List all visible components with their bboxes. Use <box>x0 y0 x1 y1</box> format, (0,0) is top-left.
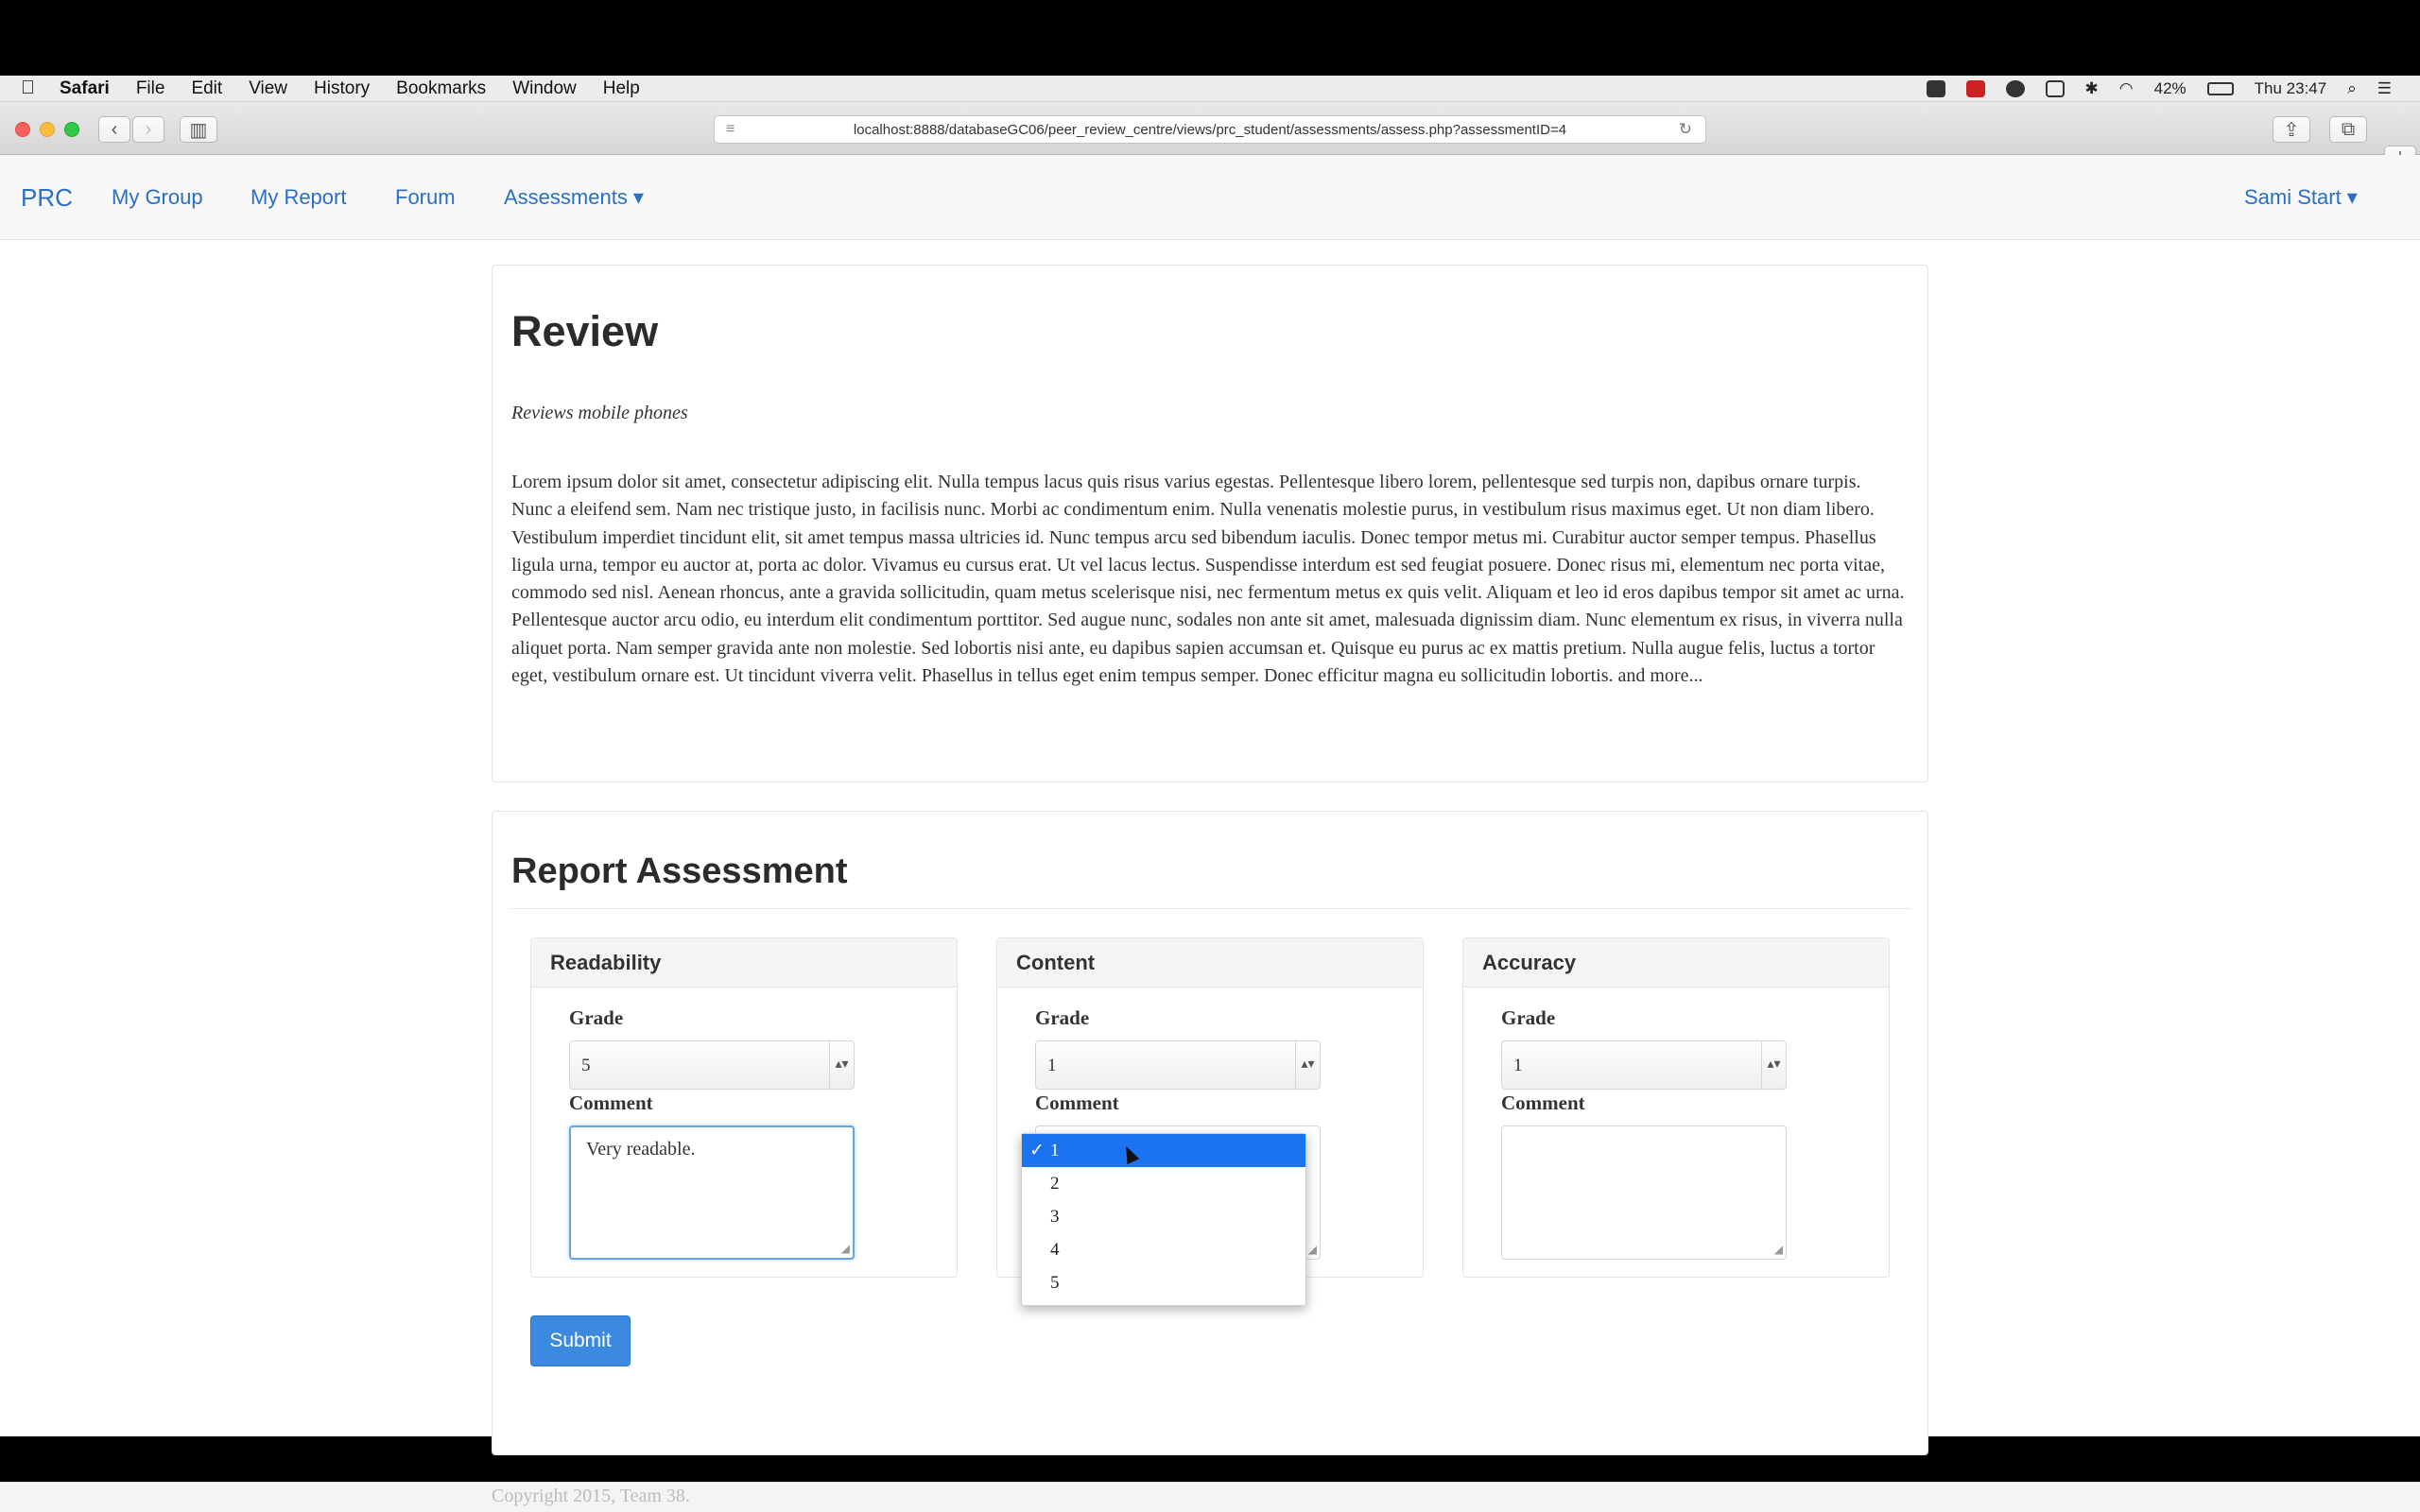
select-arrows-icon: ▴▾ <box>829 1041 854 1089</box>
battery-icon[interactable] <box>2206 82 2234 95</box>
zoom-window-button[interactable] <box>64 122 79 137</box>
review-panel: Review Reviews mobile phones Lorem ipsum… <box>492 265 1928 782</box>
address-bar[interactable]: ≡ localhost:8888/databaseGC06/peer_revie… <box>714 115 1706 144</box>
clock[interactable]: Thu 23:47 <box>2255 79 2327 98</box>
record-icon[interactable] <box>1965 80 1985 97</box>
menu-safari[interactable]: Safari <box>60 78 110 99</box>
dropdown-option[interactable]: 4 <box>1022 1233 1305 1266</box>
tabs-icon: ⧉ <box>2341 118 2356 140</box>
dropdown-option[interactable]: ✓ 1 <box>1022 1134 1305 1167</box>
grade-dropdown-menu: ✓ 1 2 3 4 5 <box>1021 1133 1306 1306</box>
dropdown-option[interactable]: 2 <box>1022 1167 1305 1200</box>
divider <box>511 908 1910 909</box>
apple-icon[interactable]:  <box>21 77 35 99</box>
sidebar-button[interactable]: ▥ <box>180 116 217 143</box>
spotlight-icon[interactable]: ⌕ <box>2347 79 2357 98</box>
assessment-title: Report Assessment <box>511 851 848 891</box>
nav-forum[interactable]: Forum <box>395 155 456 240</box>
grade-label: Grade <box>569 1006 624 1029</box>
dropdown-option[interactable]: 5 <box>1022 1266 1305 1299</box>
readability-grade-select[interactable]: 5 ▴▾ <box>569 1040 855 1090</box>
readability-card: Readability Grade 5 ▴▾ Comment Very read… <box>530 937 958 1278</box>
resize-grip-icon[interactable]: ◢ <box>841 1242 850 1256</box>
select-value: 1 <box>1047 1056 1057 1075</box>
nav-my-report[interactable]: My Report <box>251 155 346 240</box>
select-value: 5 <box>581 1056 591 1075</box>
back-button[interactable]: ‹ <box>98 116 130 143</box>
checkmark-icon: ✓ <box>1029 1141 1045 1160</box>
resize-grip-icon[interactable]: ◢ <box>1774 1243 1783 1257</box>
select-arrows-icon: ▴▾ <box>1761 1041 1786 1089</box>
menu-edit[interactable]: Edit <box>191 78 222 99</box>
menu-view[interactable]: View <box>249 78 287 99</box>
close-window-button[interactable] <box>15 122 30 137</box>
card-title: Accuracy <box>1463 938 1889 988</box>
comment-label: Comment <box>1501 1091 1585 1114</box>
menu-bar:  Safari File Edit View History Bookmark… <box>0 76 2420 102</box>
browser-toolbar: ‹ › ▥ ≡ localhost:8888/databaseGC06/peer… <box>0 102 2420 168</box>
menu-help[interactable]: Help <box>603 78 640 99</box>
notification-icon[interactable] <box>2005 80 2025 97</box>
status-area: ✱ ◠ 42% Thu 23:47 ⌕ ☰ <box>1926 76 2392 102</box>
comment-label: Comment <box>1035 1091 1119 1114</box>
minimize-window-button[interactable] <box>40 122 55 137</box>
grade-label: Grade <box>1035 1006 1090 1029</box>
submit-button[interactable]: Submit <box>530 1315 631 1366</box>
menu-history[interactable]: History <box>314 78 370 99</box>
wifi-icon[interactable]: ◠ <box>2119 79 2134 98</box>
select-value: 1 <box>1513 1056 1523 1075</box>
tabs-overview-button[interactable]: ⧉ <box>2329 116 2367 143</box>
battery-percent[interactable]: 42% <box>2154 79 2187 98</box>
notification-center-icon[interactable]: ☰ <box>2377 79 2392 98</box>
grade-label: Grade <box>1501 1006 1556 1029</box>
app-status-icon[interactable] <box>1926 80 1945 97</box>
review-subtitle: Reviews mobile phones <box>511 403 688 423</box>
forward-icon: › <box>145 118 152 140</box>
site-navbar: PRC My Group My Report Forum Assessments… <box>0 155 2420 240</box>
share-button[interactable]: ⇪ <box>2273 116 2310 143</box>
reload-icon[interactable]: ↻ <box>1679 120 1692 139</box>
copyright-text: Copyright 2015, Team 38. <box>492 1486 690 1506</box>
brand-link[interactable]: PRC <box>21 155 73 240</box>
menu-bookmarks[interactable]: Bookmarks <box>396 78 486 99</box>
review-body: Lorem ipsum dolor sit amet, consectetur … <box>511 472 1905 687</box>
content-grade-select[interactable]: 1 ▴▾ <box>1035 1040 1321 1090</box>
dropdown-option[interactable]: 3 <box>1022 1200 1305 1233</box>
menu-file[interactable]: File <box>136 78 165 99</box>
card-title: Readability <box>531 938 957 988</box>
back-icon: ‹ <box>111 118 118 140</box>
url-text: localhost:8888/databaseGC06/peer_review_… <box>853 121 1567 138</box>
nav-assessments-dropdown[interactable]: Assessments ▾ <box>504 155 644 240</box>
screen:  Safari File Edit View History Bookmark… <box>0 76 2420 1512</box>
readability-comment-textarea[interactable]: Very readable. ◢ <box>569 1125 855 1260</box>
sidebar-icon: ▥ <box>189 119 208 141</box>
reader-icon[interactable]: ≡ <box>726 121 735 138</box>
user-menu[interactable]: Sami Start ▾ <box>2244 155 2358 240</box>
textarea-value: Very readable. <box>586 1139 696 1160</box>
forward-button[interactable]: › <box>132 116 164 143</box>
bluetooth-icon[interactable]: ✱ <box>2085 79 2099 98</box>
accuracy-comment-textarea[interactable]: ◢ <box>1501 1125 1787 1260</box>
menu-window[interactable]: Window <box>512 78 577 99</box>
share-icon: ⇪ <box>2283 119 2300 141</box>
review-title: Review <box>511 307 659 355</box>
accuracy-grade-select[interactable]: 1 ▴▾ <box>1501 1040 1787 1090</box>
footer: Copyright 2015, Team 38. <box>0 1482 2420 1512</box>
comment-label: Comment <box>569 1091 653 1114</box>
card-title: Content <box>997 938 1423 988</box>
select-arrows-icon: ▴▾ <box>1295 1041 1320 1089</box>
nav-my-group[interactable]: My Group <box>112 155 203 240</box>
accuracy-card: Accuracy Grade 1 ▴▾ Comment ◢ <box>1462 937 1890 1278</box>
resize-grip-icon[interactable]: ◢ <box>1308 1243 1317 1257</box>
airplay-icon[interactable] <box>2045 80 2065 97</box>
